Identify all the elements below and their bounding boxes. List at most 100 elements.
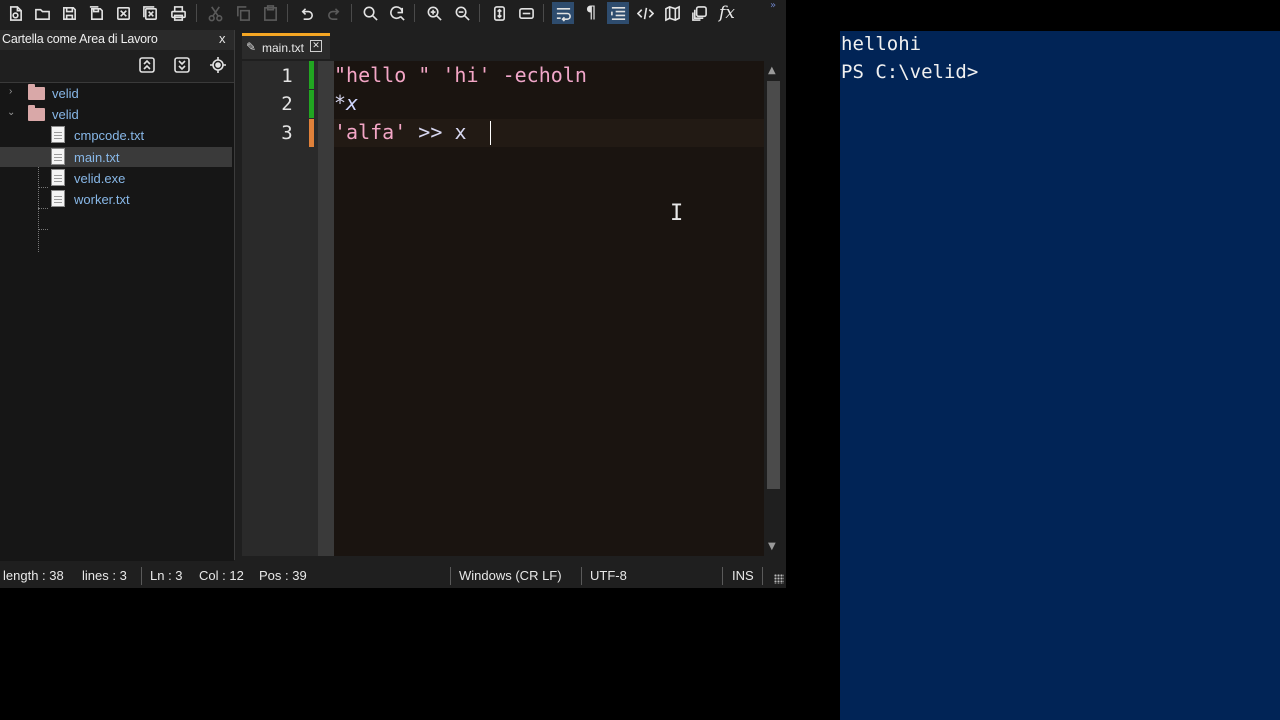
status-encoding[interactable]: UTF-8 <box>590 568 627 583</box>
tree-folder-velid-expanded[interactable]: ⌄ velid <box>0 104 232 124</box>
open-folder-icon[interactable] <box>31 2 53 24</box>
toolbar-separator <box>414 4 415 22</box>
cut-icon[interactable] <box>204 2 226 24</box>
code-icon[interactable] <box>634 2 656 24</box>
tree-item-label: velid <box>52 107 79 122</box>
change-marker <box>309 90 314 118</box>
status-column: Col : 12 <box>199 568 244 583</box>
chevron-down-icon[interactable]: ⌄ <box>7 107 15 118</box>
locate-file-icon[interactable] <box>207 54 229 76</box>
tab-close-button[interactable]: ✕ <box>310 40 322 52</box>
file-icon <box>51 126 65 143</box>
collapse-all-icon[interactable] <box>136 54 158 76</box>
code-line: "hello " 'hi' -echoln <box>334 63 587 87</box>
map-icon[interactable] <box>661 2 683 24</box>
powershell-console[interactable]: hellohi PS C:\velid> <box>840 31 1280 720</box>
scroll-up-icon[interactable]: ▲ <box>768 65 776 76</box>
close-all-icon[interactable] <box>139 2 161 24</box>
close-icon[interactable] <box>112 2 134 24</box>
toolbar-separator <box>543 4 544 22</box>
undo-icon[interactable] <box>295 2 317 24</box>
status-lines: lines : 3 <box>82 568 127 583</box>
resize-grip-icon[interactable] <box>774 574 784 584</box>
line-number: 2 <box>281 93 293 115</box>
folder-workspace-panel: Cartella come Area di Lavoro x › velid ⌄… <box>0 30 235 561</box>
console-prompt-line: PS C:\velid> <box>841 61 979 83</box>
status-line: Ln : 3 <box>150 568 183 583</box>
tree-item-label: worker.txt <box>74 192 130 207</box>
change-marker <box>309 61 314 89</box>
editor-window: ¶ fx » Cartella come Area di Lavoro x › … <box>0 0 786 588</box>
panel-title: Cartella come Area di Lavoro <box>2 32 158 46</box>
tree-file-cmpcode[interactable]: cmpcode.txt <box>0 125 232 145</box>
scrollbar-thumb[interactable] <box>767 81 780 489</box>
code-token: x <box>454 120 467 144</box>
tree-item-label: velid <box>52 86 79 101</box>
line-number: 3 <box>281 122 293 144</box>
tree-file-velid-exe[interactable]: velid.exe <box>0 168 232 188</box>
code-token: 'hi' <box>442 63 491 87</box>
status-bar: length : 38 lines : 3 Ln : 3 Col : 12 Po… <box>0 564 786 588</box>
toolbar-overflow-icon[interactable]: » <box>770 0 776 11</box>
paste-icon[interactable] <box>259 2 281 24</box>
find-icon[interactable] <box>359 2 381 24</box>
code-token: -echoln <box>502 63 587 87</box>
tree-file-main[interactable]: main.txt <box>0 147 232 167</box>
toolbar-separator <box>196 4 197 22</box>
zoom-in-icon[interactable] <box>423 2 445 24</box>
file-icon <box>51 169 65 186</box>
function-icon[interactable]: fx <box>716 2 738 24</box>
console-output-line: hellohi <box>841 33 922 55</box>
copy-icon[interactable] <box>232 2 254 24</box>
show-symbols-icon[interactable]: ¶ <box>580 2 602 24</box>
save-icon[interactable] <box>58 2 80 24</box>
replace-icon[interactable] <box>386 2 408 24</box>
tree-item-label: velid.exe <box>74 171 126 186</box>
indent-guide-icon[interactable] <box>607 2 629 24</box>
tree-item-label: main.txt <box>74 150 120 165</box>
code-editor[interactable]: "hello " 'hi' -echoln *x 'alfa' >> x <box>334 61 764 556</box>
zoom-out-icon[interactable] <box>451 2 473 24</box>
redo-icon[interactable] <box>323 2 345 24</box>
expand-all-icon[interactable] <box>171 54 193 76</box>
new-file-icon[interactable] <box>4 2 26 24</box>
macro-icon[interactable] <box>688 2 710 24</box>
status-eol[interactable]: Windows (CR LF) <box>459 568 562 583</box>
folder-open-icon <box>28 105 45 121</box>
tree-folder-velid[interactable]: › velid <box>0 83 232 103</box>
wrap-text-icon[interactable] <box>552 2 574 24</box>
status-position: Pos : 39 <box>259 568 307 583</box>
toolbar-separator <box>479 4 480 22</box>
word-wrap-icon[interactable] <box>515 2 537 24</box>
scroll-down-icon[interactable]: ▼ <box>768 541 776 552</box>
tab-label: main.txt <box>262 41 305 55</box>
code-line: 'alfa' >> x <box>334 120 466 144</box>
code-token: x <box>346 91 359 115</box>
tab-main-txt[interactable]: ✎ main.txt ✕ <box>242 33 330 59</box>
toolbar-separator <box>351 4 352 22</box>
line-number: 1 <box>281 65 293 87</box>
save-all-icon[interactable] <box>85 2 107 24</box>
file-tree: › velid ⌄ velid cmpcode.txt main.txt vel… <box>0 82 234 561</box>
pencil-icon: ✎ <box>246 40 257 54</box>
status-insert-mode[interactable]: INS <box>732 568 754 583</box>
code-line: *x <box>334 91 358 115</box>
sync-scroll-icon[interactable] <box>488 2 510 24</box>
change-marker <box>309 119 314 147</box>
file-icon <box>51 148 65 165</box>
tree-item-label: cmpcode.txt <box>74 128 145 143</box>
chevron-right-icon[interactable]: › <box>9 86 12 97</box>
ibeam-cursor-icon: I <box>670 201 684 226</box>
print-icon[interactable] <box>167 2 189 24</box>
tree-file-worker[interactable]: worker.txt <box>0 189 232 209</box>
fold-margin <box>318 61 334 556</box>
text-caret <box>490 121 491 145</box>
panel-header: Cartella come Area di Lavoro x <box>0 30 234 50</box>
vertical-scrollbar[interactable]: ▲ ▼ <box>764 61 782 556</box>
code-token: "hello " <box>334 63 431 87</box>
panel-close-button[interactable]: x <box>219 31 226 46</box>
